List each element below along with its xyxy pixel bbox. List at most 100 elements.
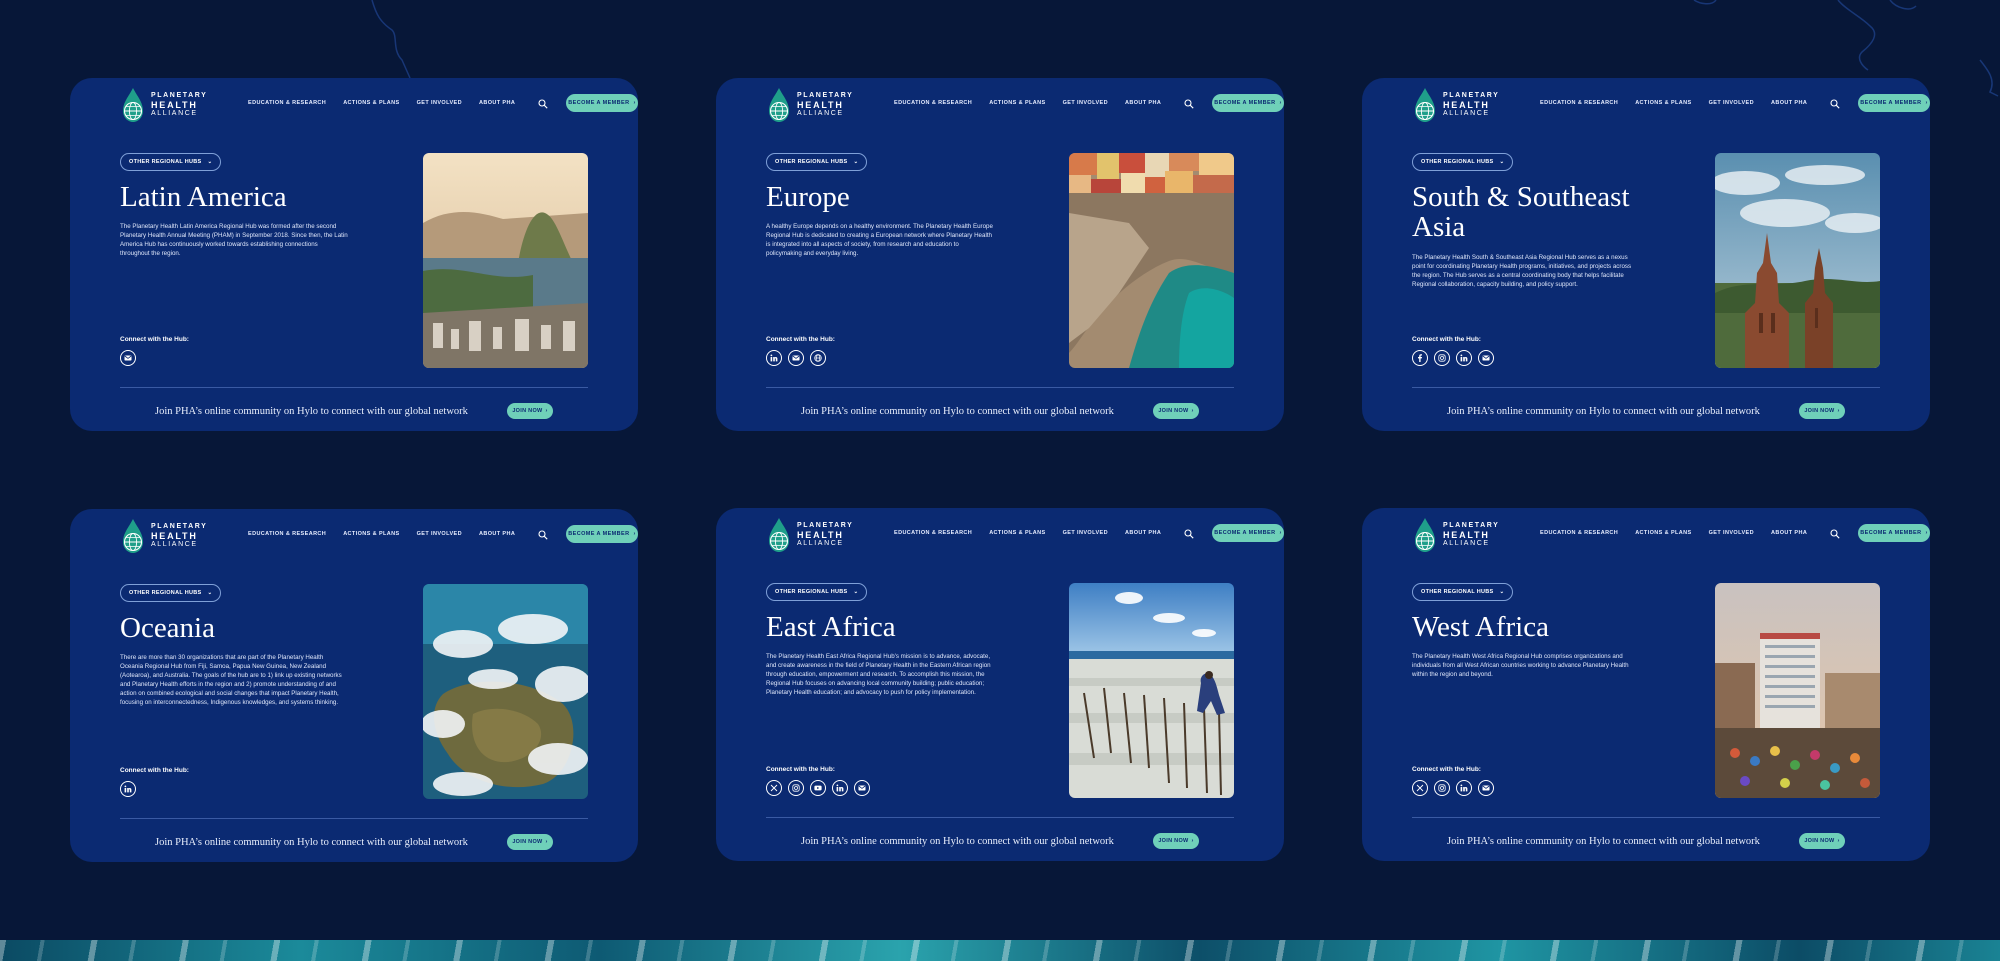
pha-logo[interactable]: PLANETARY HEALTH ALLIANCE xyxy=(1412,85,1502,125)
nav-get-involved[interactable]: GET INVOLVED xyxy=(1709,530,1754,536)
nav-education-research[interactable]: EDUCATION & RESEARCH xyxy=(1540,530,1618,536)
instagram-icon[interactable] xyxy=(788,780,804,796)
search-icon[interactable] xyxy=(1830,99,1840,109)
instagram-icon[interactable] xyxy=(1434,350,1450,366)
become-member-button[interactable]: BECOME A MEMBER › xyxy=(1212,94,1284,112)
nav-get-involved[interactable]: GET INVOLVED xyxy=(417,531,462,537)
dropdown-label: OTHER REGIONAL HUBS xyxy=(129,590,202,596)
logo-text-1: PLANETARY xyxy=(1443,92,1500,99)
pha-logo[interactable]: PLANETARY HEALTH ALLIANCE xyxy=(1412,515,1502,555)
instagram-icon[interactable] xyxy=(1434,780,1450,796)
become-member-label: BECOME A MEMBER xyxy=(568,100,630,106)
dropdown-label: OTHER REGIONAL HUBS xyxy=(775,589,848,595)
hub-title: Europe xyxy=(766,181,850,213)
x-icon[interactable] xyxy=(1412,780,1428,796)
chevron-right-icon: › xyxy=(545,408,548,414)
social-links xyxy=(766,780,870,796)
divider xyxy=(1412,387,1880,388)
nav-education-research[interactable]: EDUCATION & RESEARCH xyxy=(248,100,326,106)
become-member-label: BECOME A MEMBER xyxy=(1214,530,1276,536)
join-now-button[interactable]: JOIN NOW › xyxy=(1153,403,1199,419)
nav-education-research[interactable]: EDUCATION & RESEARCH xyxy=(248,531,326,537)
pha-logo[interactable]: PLANETARY HEALTH ALLIANCE xyxy=(120,85,210,125)
nav-education-research[interactable]: EDUCATION & RESEARCH xyxy=(1540,100,1618,106)
nav-actions-plans[interactable]: ACTIONS & PLANS xyxy=(989,100,1045,106)
nav-about-pha[interactable]: ABOUT PHA xyxy=(1771,530,1807,536)
ocean-image-strip xyxy=(0,940,2000,961)
become-member-button[interactable]: BECOME A MEMBER › xyxy=(1212,524,1284,542)
linkedin-icon[interactable] xyxy=(766,350,782,366)
connect-label: Connect with the Hub: xyxy=(766,336,835,343)
hub-photo-city-market xyxy=(1715,583,1880,798)
search-icon[interactable] xyxy=(1830,529,1840,539)
chevron-down-icon: ⌄ xyxy=(853,589,859,595)
other-regional-hubs-dropdown[interactable]: OTHER REGIONAL HUBS ⌄ xyxy=(120,584,222,602)
divider xyxy=(766,387,1234,388)
hub-photo-aerial-islands xyxy=(423,584,588,799)
nav-actions-plans[interactable]: ACTIONS & PLANS xyxy=(343,100,399,106)
hub-title: West Africa xyxy=(1412,611,1549,643)
pha-logo[interactable]: PLANETARY HEALTH ALLIANCE xyxy=(766,515,856,555)
join-now-button[interactable]: JOIN NOW › xyxy=(507,403,553,419)
other-regional-hubs-dropdown[interactable]: OTHER REGIONAL HUBS ⌄ xyxy=(1412,583,1514,601)
facebook-icon[interactable] xyxy=(1412,350,1428,366)
become-member-button[interactable]: BECOME A MEMBER › xyxy=(566,525,638,543)
become-member-button[interactable]: BECOME A MEMBER › xyxy=(566,94,638,112)
email-icon[interactable] xyxy=(854,780,870,796)
nav-get-involved[interactable]: GET INVOLVED xyxy=(417,100,462,106)
nav-education-research[interactable]: EDUCATION & RESEARCH xyxy=(894,530,972,536)
logo-text-2: HEALTH xyxy=(151,100,198,110)
join-now-button[interactable]: JOIN NOW › xyxy=(1153,833,1199,849)
join-now-button[interactable]: JOIN NOW › xyxy=(1799,833,1845,849)
email-icon[interactable] xyxy=(120,350,136,366)
linkedin-icon[interactable] xyxy=(1456,780,1472,796)
other-regional-hubs-dropdown[interactable]: OTHER REGIONAL HUBS ⌄ xyxy=(766,583,868,601)
nav-get-involved[interactable]: GET INVOLVED xyxy=(1709,100,1754,106)
become-member-label: BECOME A MEMBER xyxy=(568,531,630,537)
nav-about-pha[interactable]: ABOUT PHA xyxy=(479,531,515,537)
hub-card-oceania: PLANETARY HEALTH ALLIANCE EDUCATION & RE… xyxy=(70,509,638,862)
other-regional-hubs-dropdown[interactable]: OTHER REGIONAL HUBS ⌄ xyxy=(1412,153,1514,171)
email-icon[interactable] xyxy=(1478,350,1494,366)
join-now-label: JOIN NOW xyxy=(1158,838,1189,844)
join-now-button[interactable]: JOIN NOW › xyxy=(507,834,553,850)
social-links xyxy=(120,350,136,366)
become-member-button[interactable]: BECOME A MEMBER › xyxy=(1858,94,1930,112)
nav-actions-plans[interactable]: ACTIONS & PLANS xyxy=(1635,530,1691,536)
chevron-down-icon: ⌄ xyxy=(853,159,859,165)
linkedin-icon[interactable] xyxy=(832,780,848,796)
nav-about-pha[interactable]: ABOUT PHA xyxy=(1125,530,1161,536)
globe-icon[interactable] xyxy=(810,350,826,366)
other-regional-hubs-dropdown[interactable]: OTHER REGIONAL HUBS ⌄ xyxy=(766,153,868,171)
become-member-label: BECOME A MEMBER xyxy=(1860,530,1922,536)
nav-get-involved[interactable]: GET INVOLVED xyxy=(1063,100,1108,106)
other-regional-hubs-dropdown[interactable]: OTHER REGIONAL HUBS ⌄ xyxy=(120,153,222,171)
logo-text-3: ALLIANCE xyxy=(151,110,198,117)
email-icon[interactable] xyxy=(1478,780,1494,796)
search-icon[interactable] xyxy=(1184,529,1194,539)
nav-get-involved[interactable]: GET INVOLVED xyxy=(1063,530,1108,536)
nav-education-research[interactable]: EDUCATION & RESEARCH xyxy=(894,100,972,106)
social-links xyxy=(1412,350,1494,366)
become-member-button[interactable]: BECOME A MEMBER › xyxy=(1858,524,1930,542)
linkedin-icon[interactable] xyxy=(120,781,136,797)
nav-about-pha[interactable]: ABOUT PHA xyxy=(1125,100,1161,106)
join-now-button[interactable]: JOIN NOW › xyxy=(1799,403,1845,419)
logo-text-1: PLANETARY xyxy=(1443,522,1500,529)
youtube-icon[interactable] xyxy=(810,780,826,796)
nav-actions-plans[interactable]: ACTIONS & PLANS xyxy=(343,531,399,537)
nav-actions-plans[interactable]: ACTIONS & PLANS xyxy=(1635,100,1691,106)
pha-logo[interactable]: PLANETARY HEALTH ALLIANCE xyxy=(120,516,210,556)
search-icon[interactable] xyxy=(538,530,548,540)
email-icon[interactable] xyxy=(788,350,804,366)
site-nav: PLANETARY HEALTH ALLIANCE EDUCATION & RE… xyxy=(120,85,638,125)
x-icon[interactable] xyxy=(766,780,782,796)
pha-logo[interactable]: PLANETARY HEALTH ALLIANCE xyxy=(766,85,856,125)
search-icon[interactable] xyxy=(538,99,548,109)
nav-actions-plans[interactable]: ACTIONS & PLANS xyxy=(989,530,1045,536)
nav-about-pha[interactable]: ABOUT PHA xyxy=(1771,100,1807,106)
search-icon[interactable] xyxy=(1184,99,1194,109)
linkedin-icon[interactable] xyxy=(1456,350,1472,366)
nav-about-pha[interactable]: ABOUT PHA xyxy=(479,100,515,106)
join-now-label: JOIN NOW xyxy=(512,839,543,845)
